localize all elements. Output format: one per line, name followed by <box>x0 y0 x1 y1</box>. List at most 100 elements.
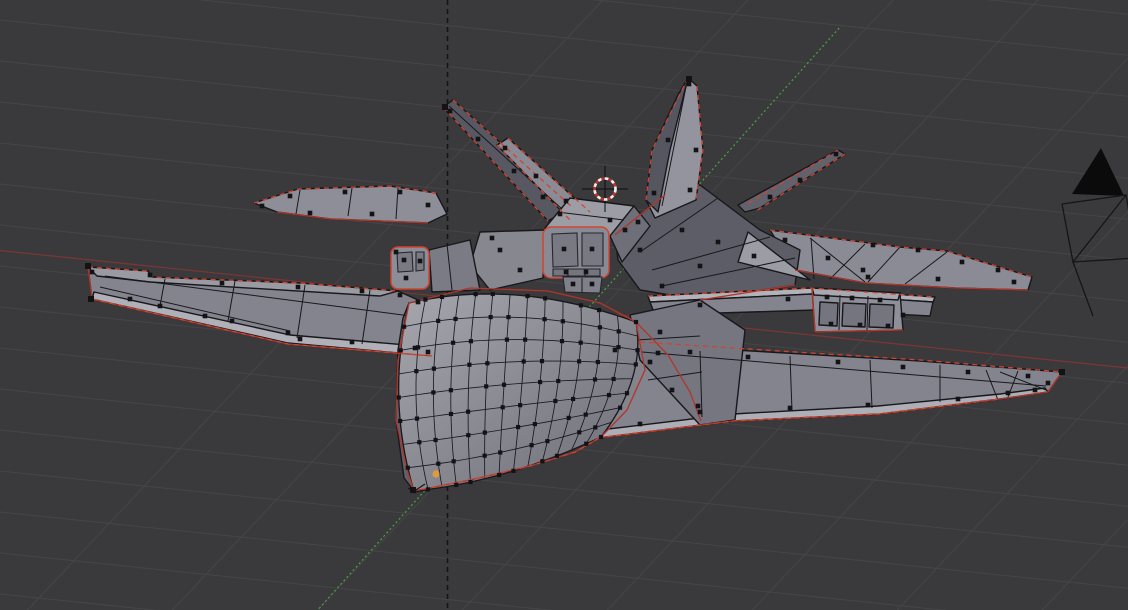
active-vertex[interactable] <box>432 470 439 477</box>
canopy-vertex[interactable] <box>625 391 629 395</box>
canopy-vertex[interactable] <box>397 395 401 399</box>
canopy-vertex[interactable] <box>584 413 588 417</box>
vertex[interactable] <box>85 263 91 269</box>
canopy-vertex[interactable] <box>426 487 430 491</box>
canopy-vertex[interactable] <box>596 360 600 364</box>
vertex[interactable] <box>670 388 675 393</box>
vertex[interactable] <box>360 289 365 294</box>
canopy-vertex[interactable] <box>483 430 487 434</box>
vertex[interactable] <box>220 281 225 286</box>
vertex[interactable] <box>666 138 671 143</box>
vertex[interactable] <box>1026 374 1031 379</box>
canopy-vertex[interactable] <box>560 339 564 343</box>
canopy-vertex[interactable] <box>415 416 419 420</box>
canopy-vertex[interactable] <box>607 393 611 397</box>
canopy-vertex[interactable] <box>433 438 437 442</box>
vertex[interactable] <box>826 256 831 261</box>
canopy-vertex[interactable] <box>599 435 603 439</box>
vertex[interactable] <box>638 248 643 253</box>
vertex[interactable] <box>90 270 95 275</box>
canopy-vertex[interactable] <box>579 341 583 345</box>
vertex[interactable] <box>656 351 661 356</box>
vertex[interactable] <box>398 293 403 298</box>
canopy-vertex[interactable] <box>449 388 453 392</box>
vertex[interactable] <box>746 355 751 360</box>
vertex[interactable] <box>503 146 508 151</box>
canopy-vertex[interactable] <box>398 419 402 423</box>
canopy-vertex[interactable] <box>518 403 522 407</box>
canopy-vertex[interactable] <box>618 406 622 410</box>
vertex[interactable] <box>688 350 693 355</box>
vertex[interactable] <box>698 303 703 308</box>
vertex[interactable] <box>886 324 891 329</box>
canopy-vertex[interactable] <box>523 338 527 342</box>
canopy-vertex[interactable] <box>616 345 620 349</box>
canopy-vertex[interactable] <box>597 308 601 312</box>
canopy-vertex[interactable] <box>516 425 520 429</box>
vertex[interactable] <box>558 212 563 217</box>
vertex[interactable] <box>158 304 163 309</box>
vertex[interactable] <box>636 220 641 225</box>
vertex[interactable] <box>394 250 399 255</box>
canopy-vertex[interactable] <box>414 369 418 373</box>
canopy-vertex[interactable] <box>522 359 526 363</box>
vertex[interactable] <box>696 404 701 409</box>
canopy-vertex[interactable] <box>533 422 537 426</box>
canopy-vertex[interactable] <box>498 450 502 454</box>
vertex[interactable] <box>203 314 208 319</box>
canopy-vertex[interactable] <box>571 397 575 401</box>
vertex[interactable] <box>658 330 663 335</box>
canopy-vertex[interactable] <box>567 416 571 420</box>
vertex[interactable] <box>996 268 1001 273</box>
canopy-vertex[interactable] <box>611 377 615 381</box>
canopy-vertex[interactable] <box>453 317 457 321</box>
canopy-vertex[interactable] <box>497 473 501 477</box>
vertex[interactable] <box>426 350 431 355</box>
canopy-vertex[interactable] <box>577 430 581 434</box>
vertex[interactable] <box>518 268 523 273</box>
canopy-vertex[interactable] <box>491 292 495 296</box>
canopy-vertex[interactable] <box>454 483 458 487</box>
vertex[interactable] <box>288 194 293 199</box>
canopy-vertex[interactable] <box>506 315 510 319</box>
canopy-vertex[interactable] <box>555 454 559 458</box>
vertex[interactable] <box>698 264 703 269</box>
vertex[interactable] <box>296 285 301 290</box>
vertex[interactable] <box>871 243 876 248</box>
canopy-vertex[interactable] <box>561 319 565 323</box>
vertex[interactable] <box>660 284 665 289</box>
vertex[interactable] <box>694 148 699 153</box>
vertex[interactable] <box>916 248 921 253</box>
vertex[interactable] <box>1046 381 1051 386</box>
canopy-vertex[interactable] <box>538 380 542 384</box>
vertex[interactable] <box>402 258 407 263</box>
canopy-vertex[interactable] <box>489 315 493 319</box>
canopy-vertex[interactable] <box>543 296 547 300</box>
canopy-vertex[interactable] <box>634 362 638 366</box>
canopy-vertex[interactable] <box>466 433 470 437</box>
canopy-vertex[interactable] <box>593 425 597 429</box>
canopy-vertex[interactable] <box>468 480 472 484</box>
blender-3d-viewport[interactable] <box>0 0 1128 610</box>
vertex[interactable] <box>1059 369 1065 375</box>
viewport-canvas[interactable] <box>0 0 1128 610</box>
vertex[interactable] <box>698 410 703 415</box>
vertex[interactable] <box>652 191 657 196</box>
canopy-vertex[interactable] <box>399 348 403 352</box>
canopy-vertex[interactable] <box>484 384 488 388</box>
canopy-vertex[interactable] <box>431 390 435 394</box>
vertex[interactable] <box>960 260 965 265</box>
canopy-vertex[interactable] <box>412 489 416 493</box>
vertex[interactable] <box>936 277 941 282</box>
canopy-vertex[interactable] <box>540 359 544 363</box>
canopy-vertex[interactable] <box>469 339 473 343</box>
vertex[interactable] <box>878 298 883 303</box>
canopy-vertex[interactable] <box>452 459 456 463</box>
canopy-vertex[interactable] <box>432 367 436 371</box>
vertex[interactable] <box>788 406 793 411</box>
vertex[interactable] <box>148 273 153 278</box>
canopy-vertex[interactable] <box>525 294 529 298</box>
canopy-vertex[interactable] <box>436 462 440 466</box>
canopy-vertex[interactable] <box>593 377 597 381</box>
vertex[interactable] <box>88 296 94 302</box>
